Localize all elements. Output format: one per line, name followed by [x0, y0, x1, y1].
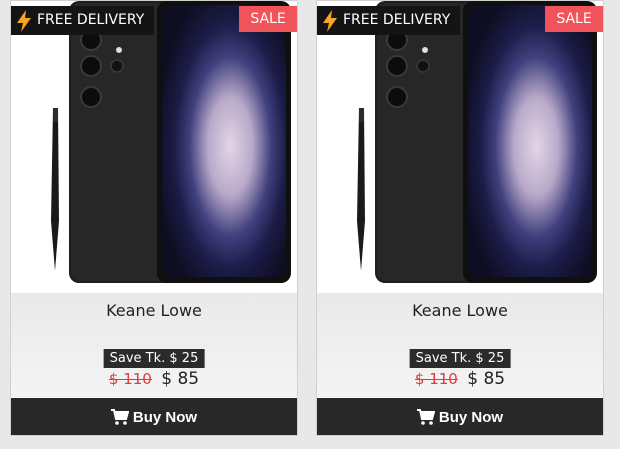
phone-image [51, 1, 291, 283]
price-row: $ 110 $ 85 [317, 369, 603, 389]
new-price: $ 85 [467, 369, 506, 389]
buy-now-button[interactable]: Buy Now [11, 398, 297, 435]
buy-now-label: Buy Now [132, 408, 198, 426]
buy-now-label: Buy Now [438, 408, 504, 426]
new-price: $ 85 [161, 369, 200, 389]
savings-badge: Save Tk. $ 25 [103, 349, 205, 368]
cart-icon [416, 409, 435, 425]
phone-image [357, 1, 597, 283]
buy-now-button[interactable]: Buy Now [317, 398, 603, 435]
product-card[interactable]: FREE DELIVERY SALE Keane Lowe Save Tk. $… [10, 0, 298, 436]
lightning-bolt-icon [17, 9, 31, 32]
sale-badge: SALE [239, 6, 297, 32]
product-title[interactable]: Keane Lowe [11, 301, 297, 320]
savings-badge: Save Tk. $ 25 [409, 349, 511, 368]
product-image[interactable]: FREE DELIVERY SALE [317, 1, 603, 293]
sale-badge: SALE [545, 6, 603, 32]
product-info: Keane Lowe Save Tk. $ 25 $ 110 $ 85 [11, 293, 297, 397]
lightning-bolt-icon [323, 9, 337, 32]
old-price: $ 110 [414, 370, 458, 388]
product-title[interactable]: Keane Lowe [317, 301, 603, 320]
old-price: $ 110 [108, 370, 152, 388]
free-delivery-label: FREE DELIVERY [343, 12, 451, 28]
free-delivery-badge: FREE DELIVERY [11, 6, 155, 35]
product-image[interactable]: FREE DELIVERY SALE [11, 1, 297, 293]
free-delivery-badge: FREE DELIVERY [317, 6, 461, 35]
price-row: $ 110 $ 85 [11, 369, 297, 389]
product-info: Keane Lowe Save Tk. $ 25 $ 110 $ 85 [317, 293, 603, 397]
free-delivery-label: FREE DELIVERY [37, 12, 145, 28]
cart-icon [110, 409, 129, 425]
product-card[interactable]: FREE DELIVERY SALE Keane Lowe Save Tk. $… [316, 0, 604, 436]
